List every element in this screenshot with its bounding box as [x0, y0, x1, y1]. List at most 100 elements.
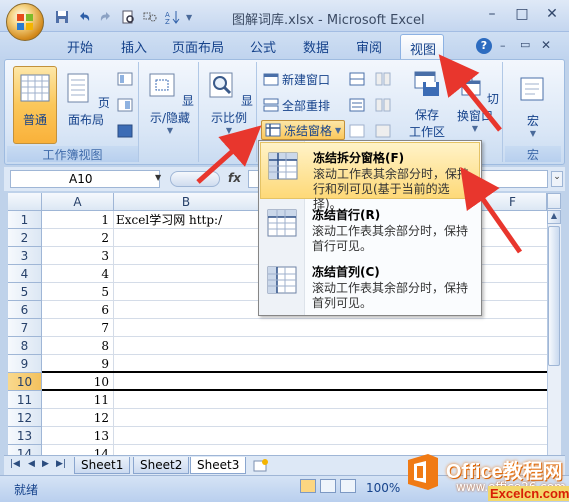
sheet-tab-2[interactable]: Sheet2: [133, 457, 190, 474]
page-layout-status-icon[interactable]: [320, 479, 336, 493]
menu-item-freeze-first-column[interactable]: 冻结首列(C) 滚动工作表其余部分时，保持首列可见。: [260, 257, 480, 314]
view-side-by-side-icon[interactable]: [375, 72, 391, 86]
sheet-tab-1[interactable]: Sheet1: [74, 457, 131, 474]
row-header[interactable]: 9: [8, 355, 42, 373]
table-row[interactable]: [114, 445, 547, 455]
full-screen-icon[interactable]: [117, 124, 133, 138]
column-header-a[interactable]: A: [42, 193, 114, 211]
tab-formulas[interactable]: 公式: [250, 37, 276, 56]
prev-sheet-icon[interactable]: ◀: [28, 459, 35, 469]
restore-button[interactable]: □: [511, 5, 533, 23]
sheet-tab-3[interactable]: Sheet3: [190, 457, 247, 474]
help-icon[interactable]: ?: [476, 38, 492, 54]
page-break-status-icon[interactable]: [340, 479, 356, 493]
switch-windows-button[interactable]: 切换窗口 ▼: [449, 68, 501, 133]
last-sheet-icon[interactable]: ▶|: [56, 459, 66, 469]
minimize-button[interactable]: –: [481, 5, 503, 23]
row-header[interactable]: 2: [8, 229, 42, 247]
row-header[interactable]: 14: [8, 445, 42, 455]
zoom-button[interactable]: 显示比例 ▼: [203, 70, 255, 135]
formula-splitter[interactable]: [170, 171, 220, 187]
new-window-button[interactable]: 新建窗口: [263, 70, 330, 88]
cell-a[interactable]: 6: [42, 301, 114, 319]
name-box-dropdown-icon[interactable]: ▼: [155, 173, 161, 182]
shapes-icon[interactable]: [142, 9, 158, 25]
row-header[interactable]: 3: [8, 247, 42, 265]
column-header-f[interactable]: F: [479, 193, 547, 211]
show-hide-button[interactable]: 显示/隐藏 ▼: [143, 70, 197, 135]
row-header[interactable]: 7: [8, 319, 42, 337]
row-header[interactable]: 13: [8, 427, 42, 445]
split-icon[interactable]: [349, 72, 365, 86]
tab-data[interactable]: 数据: [303, 37, 329, 56]
table-row[interactable]: [114, 391, 547, 409]
save-icon[interactable]: [54, 9, 70, 25]
print-preview-icon[interactable]: [120, 9, 136, 25]
split-box[interactable]: [547, 193, 561, 209]
qat-customize-icon[interactable]: ▼: [186, 13, 192, 22]
cell-a[interactable]: 5: [42, 283, 114, 301]
select-all-corner[interactable]: [8, 193, 42, 211]
name-box[interactable]: A10 ▼: [10, 170, 161, 188]
row-header[interactable]: 6: [8, 301, 42, 319]
ribbon-close-icon[interactable]: ✕: [541, 38, 551, 52]
cell-a[interactable]: 13: [42, 427, 114, 445]
ribbon-restore-icon[interactable]: ▭: [520, 38, 530, 51]
cell-b1[interactable]: Excel学习网 http:/: [116, 211, 222, 229]
redo-icon[interactable]: [98, 9, 114, 25]
tab-insert[interactable]: 插入: [121, 37, 147, 56]
row-header[interactable]: 11: [8, 391, 42, 409]
next-sheet-icon[interactable]: ▶: [42, 459, 49, 469]
cell-a[interactable]: 3: [42, 247, 114, 265]
table-row[interactable]: [114, 319, 547, 337]
cell-a[interactable]: 8: [42, 337, 114, 355]
row-header-active[interactable]: 10: [8, 373, 42, 391]
first-sheet-icon[interactable]: |◀: [10, 459, 20, 469]
cell-a[interactable]: 2: [42, 229, 114, 247]
cell-a[interactable]: 1: [42, 211, 114, 229]
save-workspace-button[interactable]: 保存 工作区: [405, 68, 449, 140]
sync-scrolling-icon[interactable]: [375, 98, 391, 112]
hide-window-icon[interactable]: [349, 98, 365, 112]
cell-a[interactable]: 7: [42, 319, 114, 337]
insert-sheet-icon[interactable]: [252, 458, 270, 473]
arrange-all-button[interactable]: 全部重排: [263, 96, 330, 114]
menu-item-freeze-panes[interactable]: 冻结拆分窗格(F) 滚动工作表其余部分时，保持行和列可见(基于当前的选择)。: [260, 142, 480, 211]
zoom-level[interactable]: 100%: [366, 481, 400, 495]
row-header[interactable]: 1: [8, 211, 42, 229]
insert-function-icon[interactable]: fx: [228, 171, 241, 185]
normal-view-button[interactable]: 普通: [13, 66, 57, 144]
cell-a[interactable]: 14: [42, 445, 114, 455]
custom-views-icon[interactable]: [117, 98, 133, 112]
row-header[interactable]: 12: [8, 409, 42, 427]
page-layout-view-button[interactable]: 页面布局: [61, 72, 111, 128]
cell-a[interactable]: 4: [42, 265, 114, 283]
tab-view[interactable]: 视图: [400, 34, 444, 60]
scroll-thumb[interactable]: [548, 226, 560, 366]
macros-button[interactable]: 宏 ▼: [513, 74, 553, 138]
table-row[interactable]: [114, 409, 547, 427]
row-header[interactable]: 4: [8, 265, 42, 283]
row-header[interactable]: 8: [8, 337, 42, 355]
table-row[interactable]: [114, 337, 547, 355]
undo-icon[interactable]: [76, 9, 92, 25]
normal-view-status-icon[interactable]: [300, 479, 316, 493]
close-button[interactable]: ✕: [541, 5, 563, 23]
freeze-panes-button[interactable]: 冻结窗格 ▼: [261, 120, 346, 140]
sort-icon[interactable]: AZ: [164, 9, 180, 25]
tab-home[interactable]: 开始: [67, 37, 93, 56]
unhide-window-icon[interactable]: [349, 124, 365, 138]
page-break-preview-icon[interactable]: [117, 72, 133, 86]
tab-page-layout[interactable]: 页面布局: [172, 37, 224, 56]
tab-review[interactable]: 审阅: [356, 37, 382, 56]
office-button[interactable]: [6, 3, 44, 41]
column-header-b[interactable]: B: [114, 193, 259, 211]
scroll-up-arrow-icon[interactable]: ▲: [547, 210, 561, 224]
row-header[interactable]: 5: [8, 283, 42, 301]
cell-a[interactable]: 12: [42, 409, 114, 427]
ribbon-minimize-icon[interactable]: –: [500, 39, 506, 52]
cell-a[interactable]: 11: [42, 391, 114, 409]
menu-item-freeze-top-row[interactable]: 冻结首行(R) 滚动工作表其余部分时，保持首行可见。: [260, 200, 480, 257]
expand-formula-bar-icon[interactable]: ⌄: [551, 171, 563, 187]
reset-window-position-icon[interactable]: [375, 124, 391, 138]
